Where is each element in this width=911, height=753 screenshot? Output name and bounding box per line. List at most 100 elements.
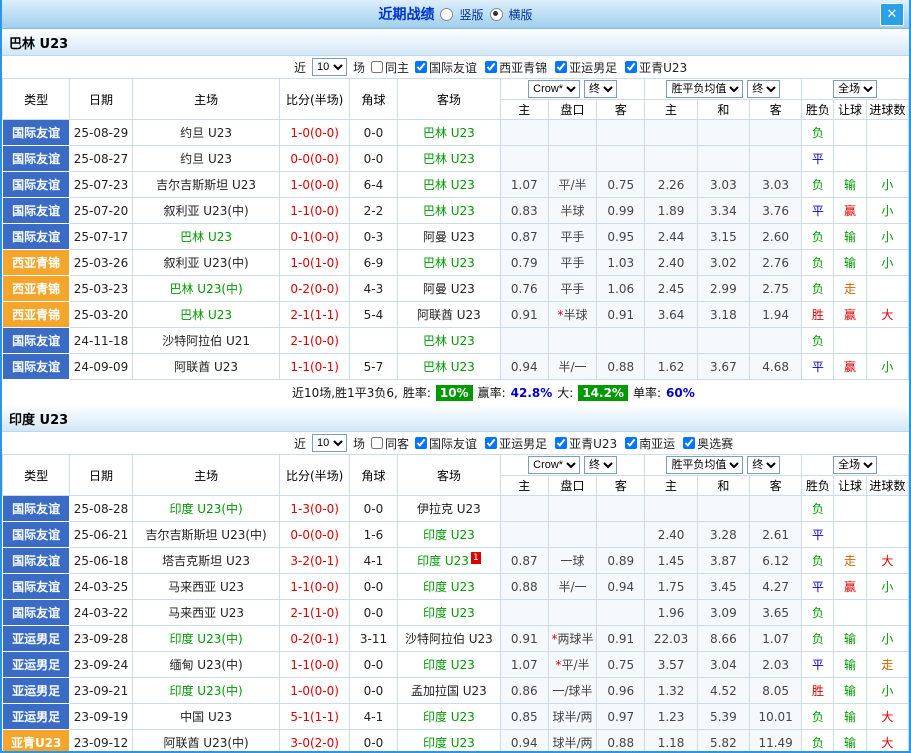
vertical-layout-label[interactable]: 竖版 xyxy=(459,6,483,23)
avg-home-odds: 2.45 xyxy=(645,276,697,302)
match-score: 2-1(1-1) xyxy=(280,302,349,328)
avg-draw-odds: 3.18 xyxy=(697,302,749,328)
match-count-select[interactable]: 10 xyxy=(312,434,347,452)
odds-home: 0.79 xyxy=(500,250,548,276)
bookmaker-select[interactable]: Crow* xyxy=(528,456,580,474)
competition-checkbox[interactable] xyxy=(485,61,497,73)
odds-away: 0.75 xyxy=(597,172,645,198)
close-button[interactable]: ✕ xyxy=(880,3,904,26)
match-row: 国际友谊24-03-22马来西亚 U232-1(1-0)0-0印度 U231.9… xyxy=(3,600,909,626)
match-score: 1-0(0-0) xyxy=(280,678,349,704)
match-date: 24-11-18 xyxy=(70,328,132,354)
red-card-count: 1 xyxy=(471,552,481,564)
near-label: 近 xyxy=(294,435,306,452)
sub-avg-home: 主 xyxy=(645,476,697,496)
avg-odds-select[interactable]: 胜平负均值 xyxy=(666,80,743,98)
competition-filter[interactable]: 奥选赛 xyxy=(683,435,733,452)
match-row: 国际友谊24-09-09阿联酋 U231-1(0-1)5-7巴林 U230.94… xyxy=(3,354,909,380)
match-type-badge: 国际友谊 xyxy=(3,522,70,548)
horizontal-layout-radio[interactable] xyxy=(490,8,503,21)
competition-filter[interactable]: 西亚青锦 xyxy=(485,59,547,76)
home-team: 约旦 U23 xyxy=(132,120,280,146)
corners: 0-0 xyxy=(349,146,397,172)
avg-home-odds: 2.26 xyxy=(645,172,697,198)
competition-checkbox[interactable] xyxy=(625,437,637,449)
handicap-line: 平手 xyxy=(548,250,596,276)
match-date: 24-03-22 xyxy=(70,600,132,626)
bookmaker-select[interactable]: Crow* xyxy=(528,80,580,98)
summary-record: 近10场,胜1平3负6, xyxy=(292,384,398,401)
same-venue-checkbox[interactable] xyxy=(371,437,383,449)
scope-select[interactable]: 全场 xyxy=(833,456,877,474)
sub-home: 主 xyxy=(500,100,548,120)
avg-time-select[interactable]: 终 xyxy=(747,456,780,474)
handicap-line: 半/一 xyxy=(548,574,596,600)
competition-filter[interactable]: 亚运男足 xyxy=(485,435,547,452)
odds-time-select[interactable]: 终 xyxy=(584,80,617,98)
same-venue-filter[interactable]: 同主 xyxy=(371,59,409,76)
competition-label: 亚青U23 xyxy=(569,435,617,452)
handicap-line: 平手 xyxy=(548,276,596,302)
result-wdl: 胜 xyxy=(802,678,834,704)
match-row: 国际友谊25-06-18塔吉克斯坦 U233-2(0-1)4-1印度 U2310… xyxy=(3,548,909,574)
competition-checkbox[interactable] xyxy=(683,437,695,449)
competition-checkbox[interactable] xyxy=(555,437,567,449)
window: 近期战绩 竖版 横版 ✕ 巴林 U23 近 10 场 同主 国际友谊西亚青锦亚运… xyxy=(0,0,911,753)
competition-checkbox[interactable] xyxy=(485,437,497,449)
avg-home-odds: 1.89 xyxy=(645,198,697,224)
avg-odds-select[interactable]: 胜平负均值 xyxy=(666,456,743,474)
result-goals xyxy=(866,328,908,354)
result-wdl: 负 xyxy=(802,730,834,753)
handicap-line xyxy=(548,496,596,522)
competition-filter[interactable]: 亚青U23 xyxy=(555,435,617,452)
match-score: 0-2(0-0) xyxy=(280,276,349,302)
result-wdl: 平 xyxy=(802,574,834,600)
vertical-layout-radio[interactable] xyxy=(440,8,453,21)
result-goals: 大 xyxy=(866,548,908,574)
home-team: 叙利亚 U23(中) xyxy=(132,250,280,276)
result-handicap: 赢 xyxy=(834,302,866,328)
home-team: 马来西亚 U23 xyxy=(132,574,280,600)
competition-filter[interactable]: 亚运男足 xyxy=(555,59,617,76)
match-count-select[interactable]: 10 xyxy=(312,58,347,76)
avg-draw-odds: 8.66 xyxy=(697,626,749,652)
home-team: 缅甸 U23(中) xyxy=(132,652,280,678)
odds-time-select[interactable]: 终 xyxy=(584,456,617,474)
competition-filter[interactable]: 国际友谊 xyxy=(415,435,477,452)
col-score: 比分(半场) xyxy=(280,79,349,120)
result-handicap xyxy=(834,328,866,354)
match-row: 西亚青锦25-03-20巴林 U232-1(1-1)5-4阿联酋 U230.91… xyxy=(3,302,909,328)
handicap-star: * xyxy=(556,658,562,672)
same-venue-checkbox[interactable] xyxy=(371,61,383,73)
competition-filter[interactable]: 南亚运 xyxy=(625,435,675,452)
horizontal-layout-label[interactable]: 横版 xyxy=(509,6,533,23)
avg-time-select[interactable]: 终 xyxy=(747,80,780,98)
competition-checkbox[interactable] xyxy=(415,61,427,73)
result-handicap: 赢 xyxy=(834,354,866,380)
same-venue-label: 同客 xyxy=(385,435,409,452)
competition-checkbox[interactable] xyxy=(415,437,427,449)
competition-filter[interactable]: 亚青U23 xyxy=(625,59,687,76)
avg-away-odds: 3.03 xyxy=(749,172,801,198)
sub-handicap-result: 让球 xyxy=(834,476,866,496)
col-home: 主场 xyxy=(132,455,280,496)
scope-select[interactable]: 全场 xyxy=(833,80,877,98)
competition-checkbox[interactable] xyxy=(625,61,637,73)
sub-avg-away: 客 xyxy=(749,100,801,120)
bookmaker-header: Crow* 终 xyxy=(500,455,645,476)
odds-away xyxy=(597,146,645,172)
competition-filter[interactable]: 国际友谊 xyxy=(415,59,477,76)
match-row: 国际友谊24-11-18沙特阿拉伯 U212-1(0-0)巴林 U23负 xyxy=(3,328,909,354)
col-away: 客场 xyxy=(398,455,501,496)
result-handicap: 输 xyxy=(834,224,866,250)
result-goals xyxy=(866,146,908,172)
match-score: 2-1(0-0) xyxy=(280,328,349,354)
result-goals: 小 xyxy=(866,250,908,276)
competition-checkbox[interactable] xyxy=(555,61,567,73)
avg-draw-odds: 5.39 xyxy=(697,704,749,730)
col-score: 比分(半场) xyxy=(280,455,349,496)
same-venue-filter[interactable]: 同客 xyxy=(371,435,409,452)
sub-wdl: 胜负 xyxy=(802,476,834,496)
avg-home-odds: 2.40 xyxy=(645,250,697,276)
avg-home-odds xyxy=(645,328,697,354)
